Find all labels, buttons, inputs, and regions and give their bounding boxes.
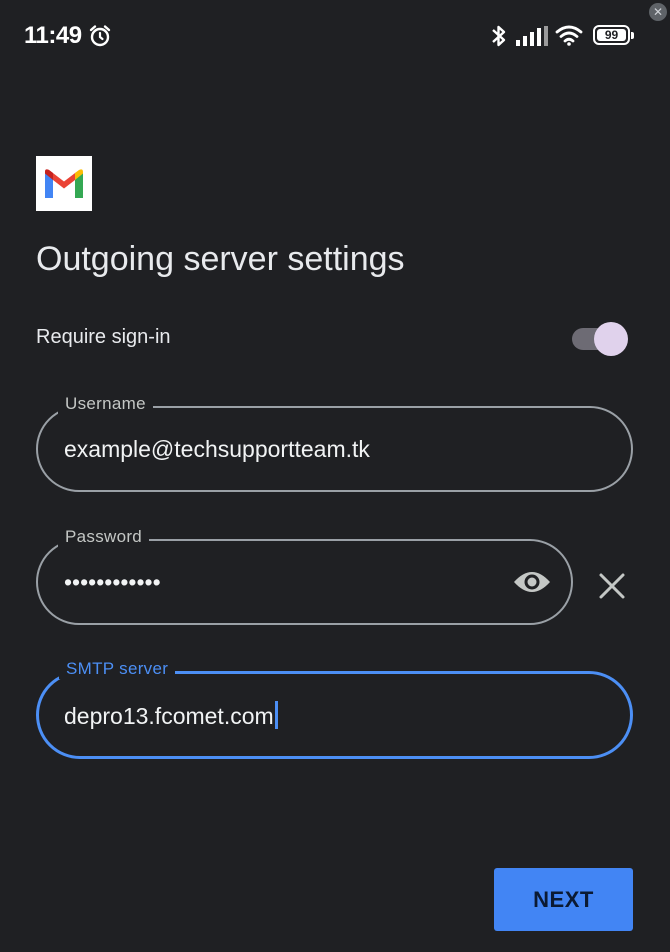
next-button[interactable]: NEXT [494, 868, 633, 931]
eye-icon[interactable] [513, 568, 551, 601]
require-signin-toggle[interactable] [572, 321, 628, 356]
status-time: 11:49 [24, 22, 82, 49]
bluetooth-icon [489, 23, 509, 54]
password-field[interactable]: Password •••••••••••• [36, 527, 573, 625]
close-icon[interactable]: ✕ [649, 3, 667, 21]
smtp-server-value-wrap: depro13.fcomet.com [64, 701, 278, 730]
require-signin-row[interactable]: Require sign-in [36, 318, 632, 358]
signal-icon [516, 26, 548, 51]
page-title: Outgoing server settings [36, 240, 405, 278]
password-label: Password [58, 527, 150, 547]
status-bar: 11:49 99 ✕ [0, 0, 670, 72]
screen: 11:49 99 ✕ Outgoing server settings Requ… [0, 0, 670, 952]
gmail-logo [36, 156, 92, 211]
username-value: example@techsupportteam.tk [64, 436, 370, 462]
username-label: Username [58, 394, 153, 414]
wifi-icon [555, 24, 583, 51]
username-field[interactable]: Username example@techsupportteam.tk [36, 394, 633, 492]
battery-level: 99 [597, 29, 626, 41]
alarm-icon [88, 24, 112, 53]
battery-icon: 99 [593, 25, 634, 45]
password-value: •••••••••••• [64, 569, 161, 595]
smtp-server-value: depro13.fcomet.com [64, 703, 274, 729]
smtp-server-field[interactable]: SMTP server depro13.fcomet.com [36, 659, 633, 759]
clear-password-icon[interactable] [597, 571, 627, 606]
toggle-thumb [594, 322, 628, 356]
smtp-server-label: SMTP server [59, 659, 176, 679]
text-cursor [274, 701, 278, 729]
require-signin-label: Require sign-in [36, 326, 171, 348]
